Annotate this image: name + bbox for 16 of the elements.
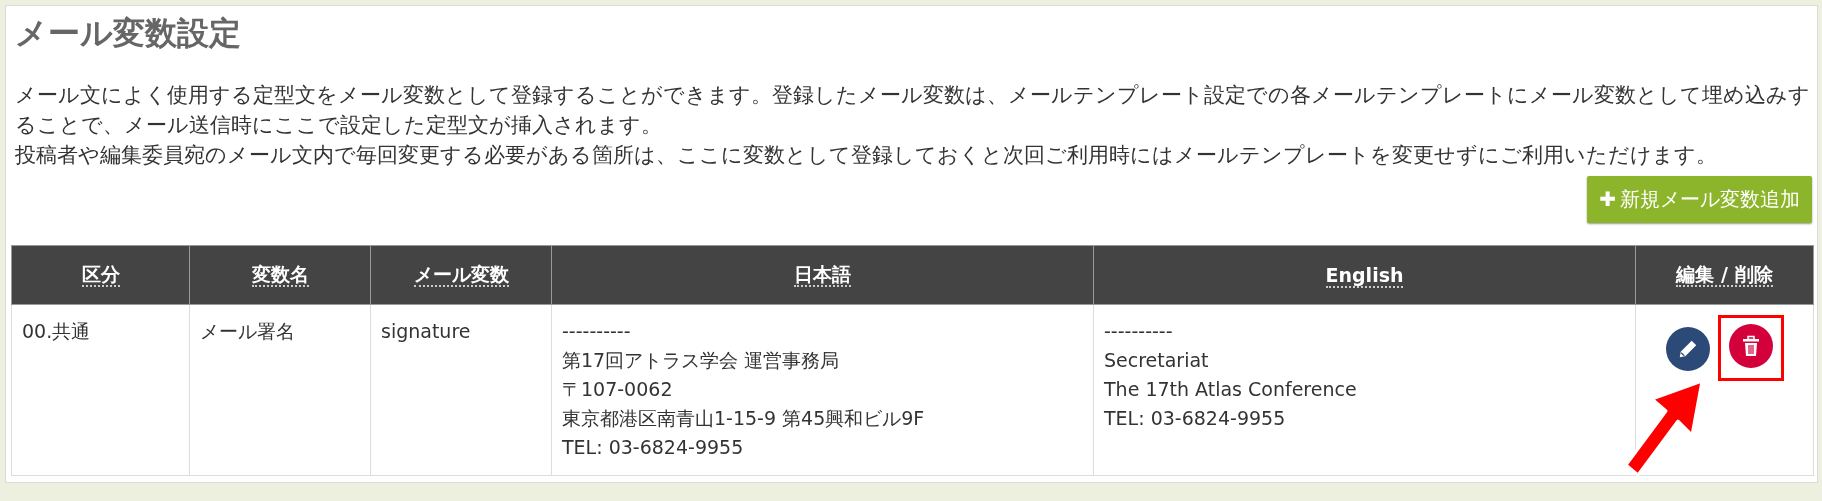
page-title: メール変数設定 [15, 13, 242, 54]
edit-button[interactable] [1665, 327, 1710, 371]
column-header[interactable]: 区分 [11, 245, 190, 305]
table-cell: ---------- 第17回アトラス学会 運営事務局 〒107-0062 東京都港区南青山1-15-9 第45興和ビル9F TEL: 03-6824-9955 [551, 304, 1094, 476]
table-cell: 00.共通 [11, 304, 190, 476]
column-header[interactable]: 編集 / 削除 [1635, 245, 1814, 305]
trash-icon [1740, 335, 1761, 357]
description-text: 投稿者や編集委員宛のメール文内で毎回変更する必要がある箇所は、ここに変数として登録しておくと次回ご利用時にはメールテンプレートを変更せずにご利用いただけます。 [15, 142, 1718, 169]
column-header[interactable]: English [1093, 245, 1636, 305]
column-header[interactable]: 日本語 [551, 245, 1094, 305]
column-header[interactable]: 変数名 [189, 245, 371, 305]
table-cell: メール署名 [189, 304, 371, 476]
description-text: メール文によく使用する定型文をメール変数として登録することができます。登録したメール変数は、メールテンプレート設定での各メールテンプレートにメール変数として埋め込みすることで、メール送信時にここで設定した定型文が挿入されます。 [15, 82, 1811, 139]
table-cell: signature [370, 304, 552, 476]
column-header[interactable]: メール変数 [370, 245, 552, 305]
delete-button[interactable] [1728, 324, 1773, 368]
